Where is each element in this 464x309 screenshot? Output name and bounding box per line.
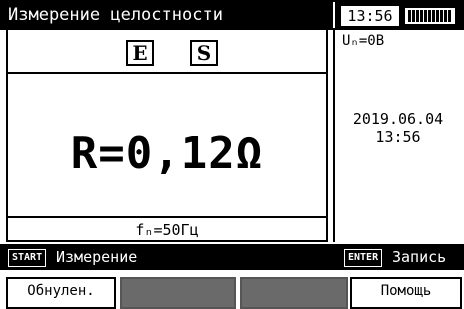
header-divider [333,2,335,28]
zero-button[interactable]: Обнулен. [6,277,116,309]
softkey-row: Обнулен. Помощь [0,272,464,309]
battery-icon [405,8,455,24]
header-clock: 13:56 [341,6,399,26]
date-value: 2019.06.04 [352,110,444,128]
start-action-label: Измерение [56,248,138,266]
panel-divider [333,30,335,242]
resistance-reading: R=0,12Ω [70,128,264,179]
s-mode-icon: S [190,40,218,66]
voltage-value: Uₙ=0В [342,33,385,49]
start-key-tag: START [8,249,47,267]
help-button[interactable]: Помощь [350,277,462,309]
datetime-stamp: 2019.06.04 13:56 [336,110,460,146]
frequency-divider [6,216,328,218]
icon-row-divider [6,72,328,74]
status-bar: START Измерение ENTER Запись [0,244,464,270]
e-mode-icon: E [126,40,154,66]
screen-title: Измерение целостности [8,5,223,25]
enter-key-tag: ENTER [344,249,383,267]
frequency-value: fₙ=50Гц [135,221,199,239]
time-value: 13:56 [375,128,421,146]
softkey-2-empty[interactable] [120,277,236,309]
enter-action-label: Запись [392,248,447,266]
softkey-3-empty[interactable] [240,277,348,309]
